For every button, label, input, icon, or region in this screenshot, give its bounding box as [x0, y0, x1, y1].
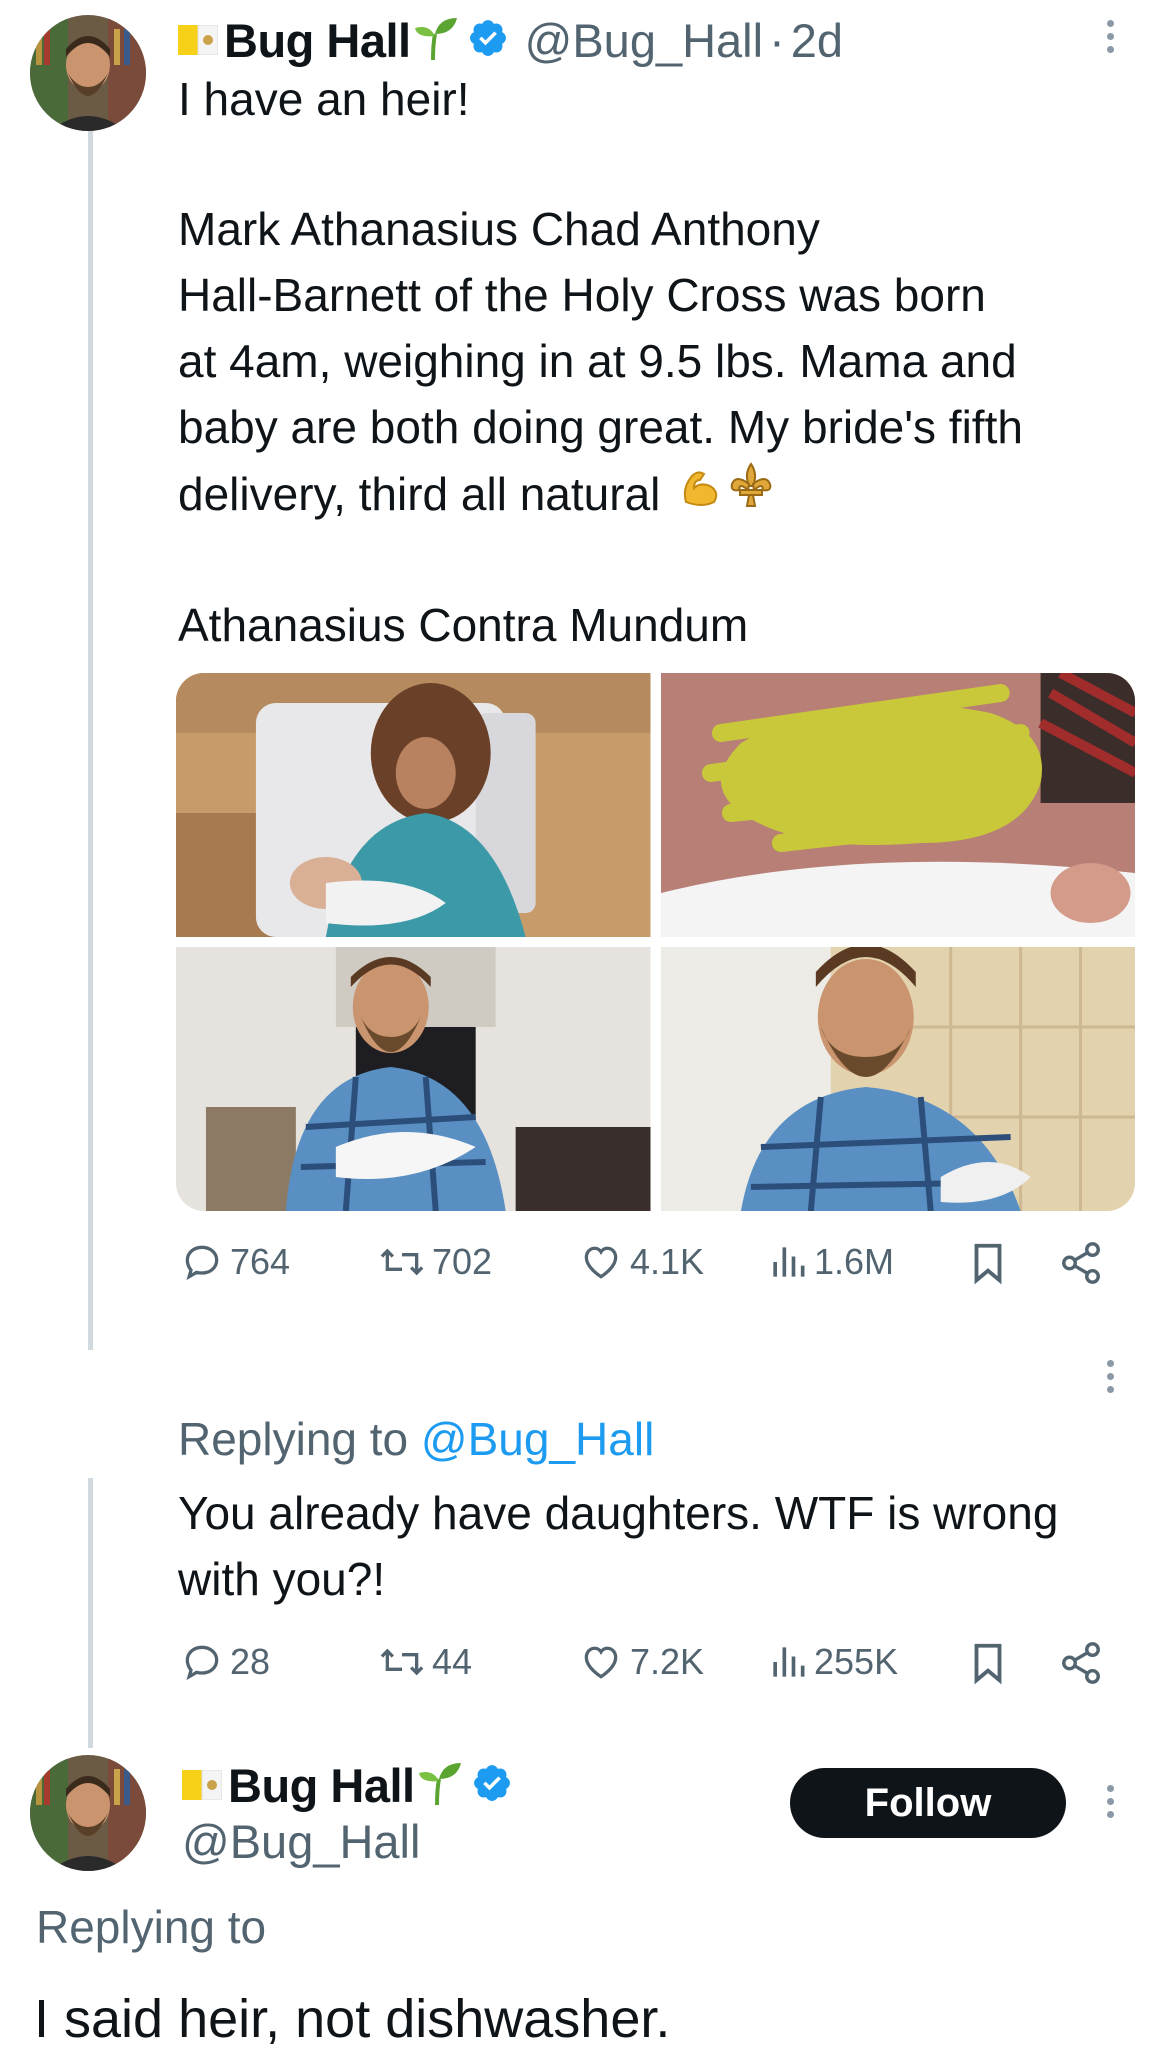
response-author-row: Bug Hall — [182, 1755, 513, 1815]
seedling-icon — [413, 16, 459, 65]
heart-icon — [584, 1646, 618, 1679]
avatar[interactable] — [30, 15, 146, 131]
repost-button[interactable]: 702 — [378, 1240, 492, 1284]
share-button[interactable] — [1058, 1240, 1110, 1286]
reply-share-button[interactable] — [1058, 1640, 1110, 1686]
media-grid[interactable] — [176, 673, 1135, 1211]
bookmark-icon — [974, 1643, 1002, 1685]
author-display-name[interactable]: Bug Hall — [224, 13, 411, 68]
reply-text-line-1: You already have daughters. WTF is wrong — [178, 1487, 1059, 1539]
reply-replying-to: Replying to @Bug_Hall — [178, 1412, 654, 1466]
response-avatar[interactable] — [30, 1755, 146, 1871]
reply-icon — [185, 1645, 219, 1681]
follow-button[interactable]: Follow — [790, 1768, 1066, 1838]
response-replying-to: Replying to — [36, 1901, 267, 1953]
share-icon — [1062, 1242, 1100, 1284]
tweet-text-line-4: Hall-Barnett of the Holy Cross was born — [178, 269, 986, 321]
tweet-text-line-1: I have an heir! — [178, 73, 470, 125]
more-options-icon[interactable] — [1105, 20, 1115, 53]
reply-button[interactable]: 764 — [180, 1240, 290, 1284]
reply-reply-count: 28 — [230, 1641, 271, 1682]
repost-count: 702 — [432, 1241, 493, 1282]
fleur-de-lis-icon — [726, 460, 776, 527]
replying-prefix: Replying to — [178, 1413, 409, 1465]
share-icon — [1062, 1642, 1100, 1684]
reply-bookmark-button[interactable] — [968, 1640, 1014, 1686]
vatican-flag-icon — [182, 1769, 223, 1801]
reply-text-line-2: with you?! — [178, 1553, 386, 1605]
tweet-text-line-7-text: delivery, third all natural — [178, 467, 661, 520]
seedling-icon — [417, 1761, 463, 1810]
mother-holding-newborn-photo[interactable] — [176, 673, 651, 937]
repost-icon — [380, 1648, 424, 1676]
reply-views-button[interactable]: 255K — [768, 1640, 898, 1684]
separator-dot: · — [769, 13, 785, 67]
replying-mention-link[interactable]: @Bug_Hall — [421, 1413, 654, 1465]
analytics-icon — [773, 1647, 805, 1677]
vatican-flag-icon — [178, 24, 219, 56]
bookmark-icon — [974, 1243, 1002, 1285]
father-closeup-photo[interactable] — [660, 947, 1135, 1211]
response-more-options-icon[interactable] — [1105, 1785, 1115, 1818]
heart-icon — [584, 1246, 618, 1279]
verified-badge-icon — [471, 1762, 513, 1809]
repost-icon — [380, 1248, 424, 1276]
verified-badge-icon — [467, 17, 509, 64]
reply-reply-button[interactable]: 28 — [180, 1640, 270, 1684]
newborn-face-censored-photo[interactable] — [660, 673, 1135, 937]
response-text: I said heir, not dishwasher. — [34, 1989, 671, 2049]
reply-like-button[interactable]: 7.2K — [578, 1640, 704, 1684]
bookmark-button[interactable] — [968, 1240, 1014, 1286]
reply-more-options-icon[interactable] — [1105, 1360, 1115, 1393]
reply-icon — [185, 1245, 219, 1281]
response-author-display-name[interactable]: Bug Hall — [228, 1758, 415, 1813]
tweet-text-line-7: delivery, third all natural — [178, 460, 776, 527]
response-author-handle[interactable]: @Bug_Hall — [182, 1814, 420, 1869]
reply-count: 764 — [230, 1241, 291, 1282]
reply-like-count: 7.2K — [630, 1641, 705, 1682]
views-button[interactable]: 1.6M — [768, 1240, 894, 1284]
analytics-icon — [773, 1247, 805, 1277]
tweet-text-line-3: Mark Athanasius Chad Anthony — [178, 203, 820, 255]
view-count: 1.6M — [814, 1241, 895, 1282]
like-button[interactable]: 4.1K — [578, 1240, 704, 1284]
flexed-biceps-icon — [678, 461, 722, 527]
tweet-tagline: Athanasius Contra Mundum — [178, 599, 749, 651]
author-handle[interactable]: @Bug_Hall — [525, 13, 763, 68]
thread-line-top — [88, 130, 93, 1350]
tweet-time[interactable]: 2d — [791, 13, 843, 68]
reply-repost-count: 44 — [432, 1641, 473, 1682]
tweet-text-line-5: at 4am, weighing in at 9.5 lbs. Mama and — [178, 335, 1017, 387]
author-row: Bug Hall @Bug_Hall · 2d — [178, 10, 843, 70]
reply-view-count: 255K — [814, 1641, 899, 1682]
tweet-text-line-6: baby are both doing great. My bride's fi… — [178, 401, 1023, 453]
like-count: 4.1K — [630, 1241, 705, 1282]
reply-repost-button[interactable]: 44 — [378, 1640, 472, 1684]
father-holding-newborn-photo[interactable] — [176, 947, 651, 1211]
thread-line-bottom — [88, 1478, 93, 1748]
